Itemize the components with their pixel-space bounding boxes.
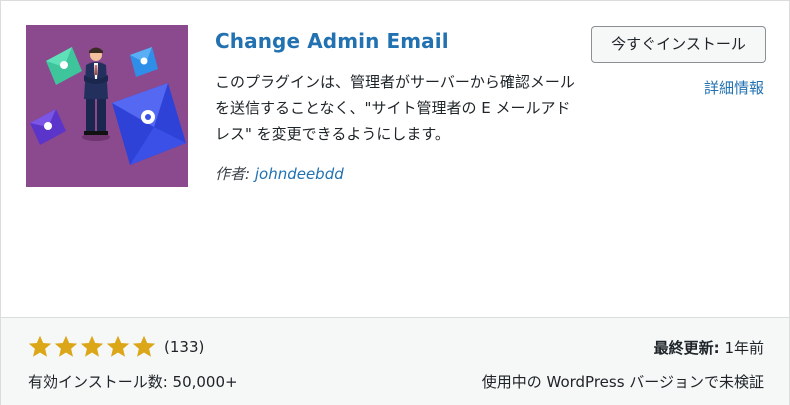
plugin-icon[interactable] xyxy=(26,25,188,187)
plugin-icon-illustration xyxy=(26,25,188,187)
star-filled-icon xyxy=(106,335,130,358)
active-installs: 有効インストール数: 50,000+ xyxy=(28,373,238,391)
plugin-title-link[interactable]: Change Admin Email xyxy=(215,29,449,53)
compatibility-notice: 使用中の WordPress バージョンで未検証 xyxy=(481,373,764,391)
plugin-author: 作者: johndeebdd xyxy=(215,163,344,184)
star-filled-icon xyxy=(132,335,156,358)
last-updated-label: 最終更新: xyxy=(653,339,720,357)
rating-count[interactable]: (133) xyxy=(164,338,204,356)
star-filled-icon xyxy=(80,335,104,358)
plugin-card-top: Change Admin Email このプラグインは、管理者がサーバーから確認… xyxy=(1,1,789,317)
author-link[interactable]: johndeebdd xyxy=(255,165,344,183)
author-label: 作者: xyxy=(215,165,251,183)
plugin-card: Change Admin Email このプラグインは、管理者がサーバーから確認… xyxy=(0,0,790,405)
last-updated: 最終更新: 1年前 xyxy=(654,337,764,358)
star-rating: (133) xyxy=(28,335,204,358)
star-filled-icon xyxy=(54,335,78,358)
more-details-link[interactable]: 詳細情報 xyxy=(704,77,764,98)
star-filled-icon xyxy=(28,335,52,358)
last-updated-value: 1年前 xyxy=(724,339,764,357)
plugin-description: このプラグインは、管理者がサーバーから確認メールを送信することなく、"サイト管理… xyxy=(215,73,575,143)
install-now-button[interactable]: 今すぐインストール xyxy=(591,26,766,63)
